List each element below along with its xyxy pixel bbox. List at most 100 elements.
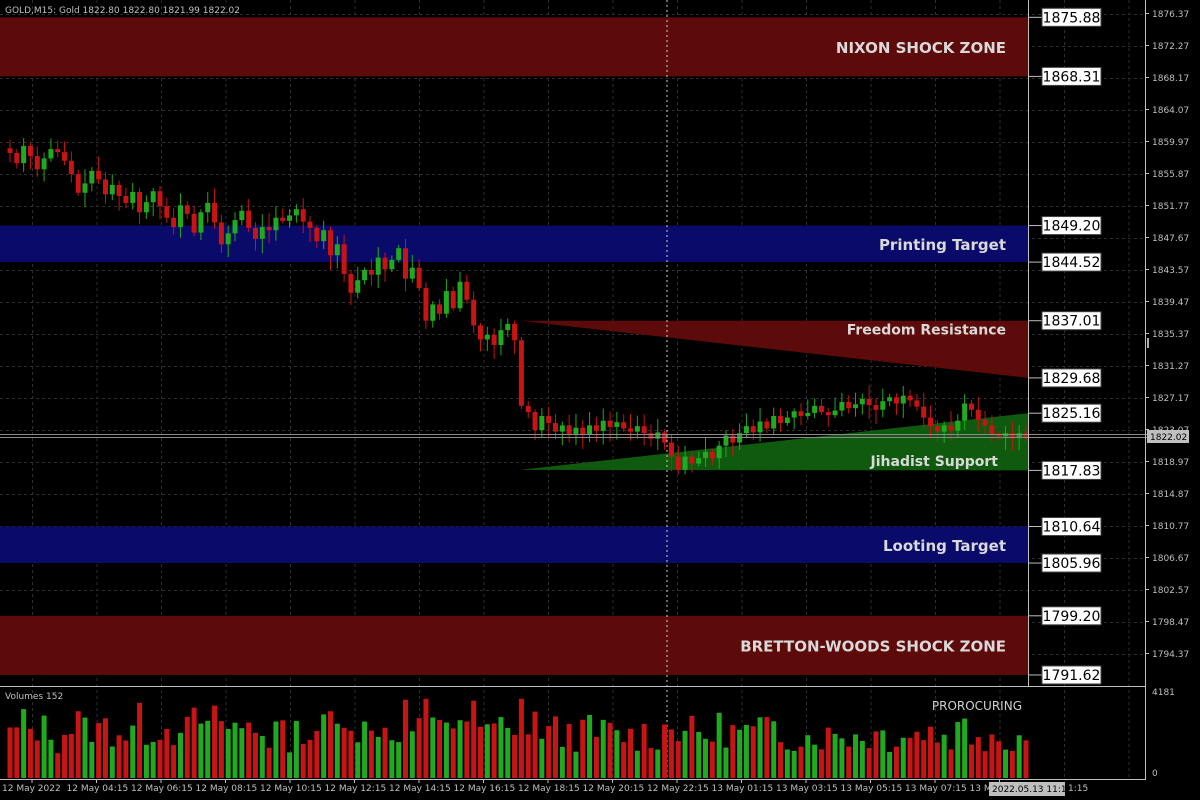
y-tick-label: 1839.47: [1152, 298, 1189, 308]
volume-bar: [771, 721, 777, 778]
volume-bar: [723, 747, 729, 778]
volume-bar: [150, 741, 156, 778]
volume-bar: [791, 750, 797, 778]
candle-body: [525, 405, 531, 413]
candle-body: [48, 149, 54, 159]
x-tick-label: 12 May 08:15: [196, 784, 258, 794]
volume-bar: [818, 749, 824, 778]
volume-bar: [675, 741, 681, 778]
candle-body: [887, 397, 893, 402]
support-label: Jihadist Support: [870, 454, 999, 470]
candle-body: [553, 423, 559, 432]
candle-body: [27, 145, 33, 157]
volume-bar: [812, 744, 818, 778]
y-tick-label: 1851.77: [1152, 202, 1189, 212]
volume-bar: [1016, 735, 1022, 778]
volume-bar: [389, 740, 395, 778]
level-label: 1829.68: [1043, 371, 1101, 387]
volume-bar: [123, 740, 129, 778]
volume-bar: [600, 719, 606, 778]
y-tick-label: 1798.47: [1152, 618, 1189, 628]
candle-body: [171, 217, 177, 228]
y-tick-label: 1876.37: [1152, 10, 1189, 20]
volume-bar: [996, 741, 1002, 778]
volume-bar: [668, 729, 674, 778]
volume-bar: [907, 737, 913, 778]
volume-bar: [1009, 750, 1015, 778]
volume-bar: [566, 724, 572, 778]
price-axis: 1876.37 1872.27 1868.17 1864.07 1859.97 1855.…: [1145, 10, 1189, 660]
candle-body: [416, 267, 422, 288]
volume-bar: [948, 749, 954, 778]
candle-body: [512, 323, 518, 341]
volume-bar: [1003, 749, 1009, 778]
candle-body: [798, 411, 804, 416]
volume-bar: [402, 699, 408, 778]
candle-body: [130, 191, 136, 203]
candle-body: [696, 458, 702, 464]
candle-body: [791, 411, 797, 418]
volume-bar: [580, 719, 586, 778]
x-tick-label: 12 May 18:15: [518, 784, 580, 794]
price-chart[interactable]: NIXON SHOCK ZONE Printing Target Looting T…: [0, 0, 1200, 800]
volume-bar: [532, 711, 538, 778]
volume-bar: [955, 722, 961, 778]
volume-bar: [873, 731, 879, 778]
candle-body: [778, 415, 784, 424]
candle-body: [941, 425, 947, 432]
candle-body: [716, 445, 722, 459]
candle-body: [975, 409, 981, 420]
x-tick-label: 13 May 03:15: [776, 784, 838, 794]
candle-body: [430, 304, 436, 321]
volume-bar: [355, 742, 361, 778]
candle-body: [109, 184, 115, 195]
volume-bar: [934, 742, 940, 778]
volume-bar: [266, 747, 272, 778]
candle-body: [491, 334, 497, 345]
candle-body: [730, 435, 736, 443]
volume-bar: [764, 717, 770, 778]
candle-body: [14, 152, 20, 164]
volume-bar: [962, 718, 968, 778]
zone-label: BRETTON-WOODS SHOCK ZONE: [740, 637, 1006, 655]
candle-body: [321, 230, 327, 242]
candle-body: [703, 451, 709, 459]
candle-body: [839, 401, 845, 411]
candle-body: [150, 191, 156, 203]
volume-bar: [757, 717, 763, 778]
candle-body: [21, 145, 27, 164]
volume-bar: [662, 724, 668, 778]
volume-bar: [68, 733, 74, 778]
candle-body: [866, 398, 872, 406]
volume-bar: [443, 722, 449, 778]
candle-body: [805, 412, 811, 416]
volume-bar: [750, 726, 756, 778]
y-tick-label: 1814.87: [1152, 490, 1189, 500]
volume-bar: [293, 721, 299, 778]
volume-bar: [477, 726, 483, 778]
candle-body: [682, 456, 688, 470]
level-label: 1837.01: [1043, 314, 1101, 330]
y-tick-label: 1831.27: [1152, 362, 1189, 372]
zone-rect: [0, 225, 1028, 263]
candle-body: [948, 425, 954, 431]
candle-body: [300, 209, 306, 222]
candle-body: [34, 156, 40, 170]
candle-body: [362, 270, 368, 281]
volume-bar: [484, 724, 490, 778]
volume-bar: [505, 727, 511, 778]
candle-body: [1009, 433, 1015, 438]
volume-bar: [239, 728, 245, 778]
x-tick-label: 12 May 20:15: [583, 784, 645, 794]
volume-bar: [130, 725, 136, 778]
volume-bar: [737, 729, 743, 778]
volume-bar: [587, 714, 593, 778]
candle-body: [68, 160, 74, 175]
volume-bar: [171, 745, 177, 778]
candle-body: [818, 405, 824, 413]
volume-bar: [846, 746, 852, 778]
volume-bar: [423, 698, 429, 778]
y-tick-label: 1827.17: [1152, 394, 1189, 404]
time-axis: 12 May 2022 12 May 04:15 12 May 06:15 12 Ma…: [2, 779, 1000, 794]
volume-series: [7, 698, 1029, 778]
